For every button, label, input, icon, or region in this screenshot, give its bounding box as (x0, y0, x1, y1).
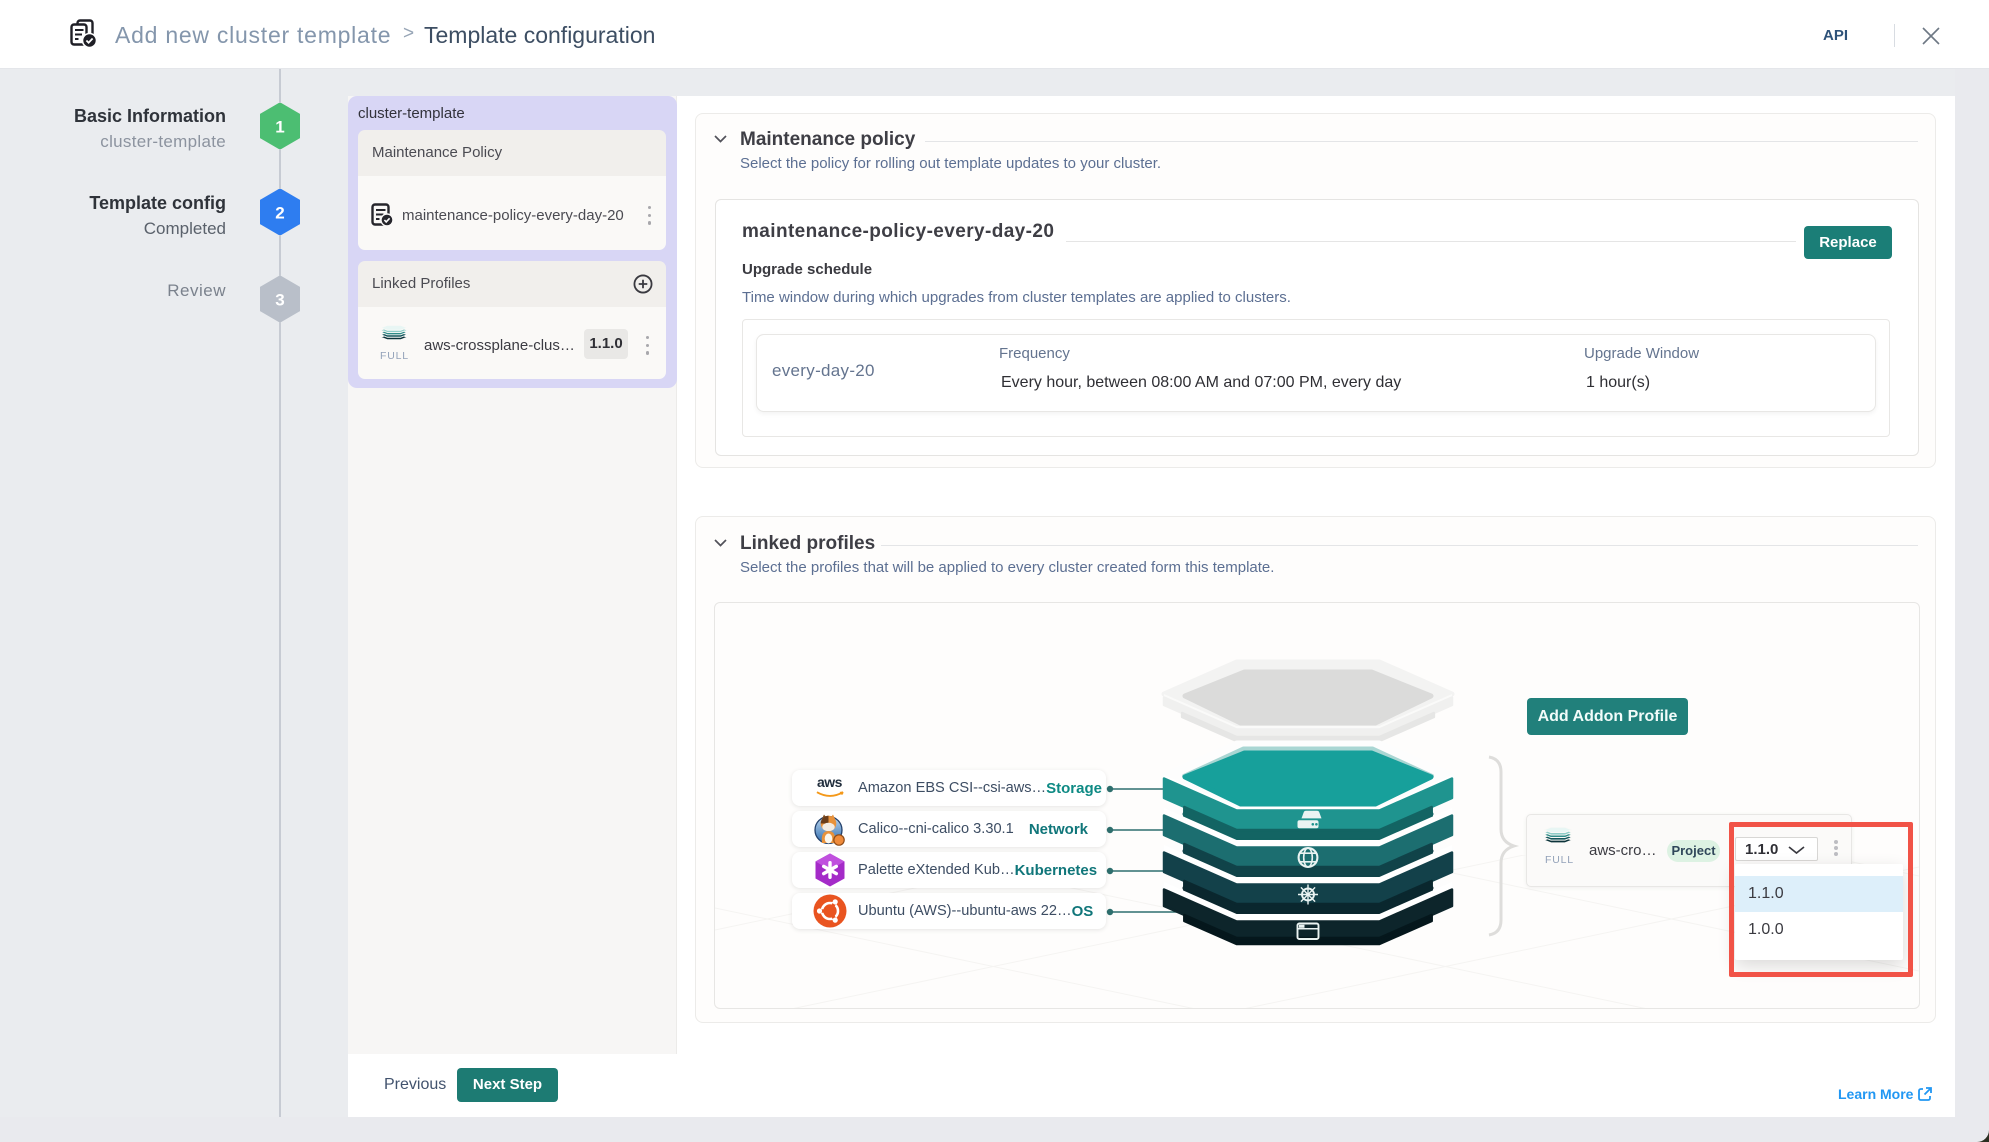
svg-text:1: 1 (275, 118, 284, 137)
svg-text:3: 3 (275, 291, 284, 310)
svg-text:2: 2 (275, 204, 284, 223)
